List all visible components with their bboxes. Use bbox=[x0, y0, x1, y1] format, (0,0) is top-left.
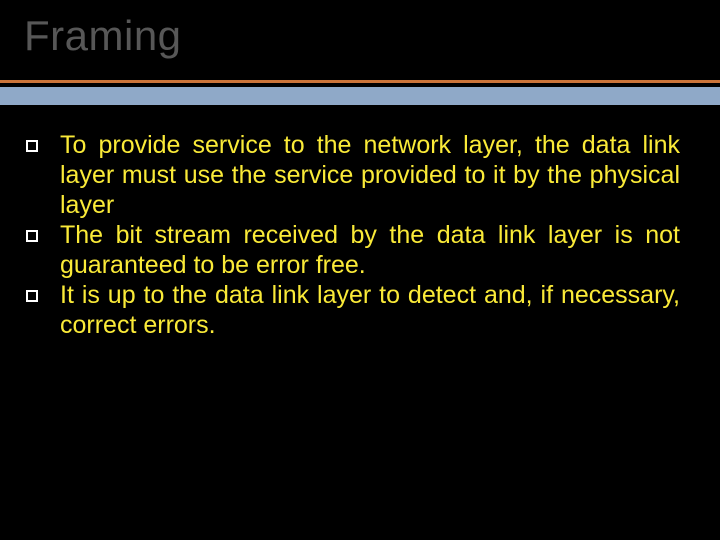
accent-line-thin bbox=[0, 80, 720, 83]
list-item: It is up to the data link layer to detec… bbox=[44, 280, 680, 340]
bullet-icon bbox=[26, 290, 38, 302]
bullet-text: To provide service to the network layer,… bbox=[60, 130, 680, 220]
page-title: Framing bbox=[24, 12, 182, 60]
bullet-text: It is up to the data link layer to detec… bbox=[60, 280, 680, 340]
title-underline bbox=[0, 80, 720, 105]
list-item: The bit stream received by the data link… bbox=[44, 220, 680, 280]
bullet-icon bbox=[26, 230, 38, 242]
list-item: To provide service to the network layer,… bbox=[44, 130, 680, 220]
accent-line-thick bbox=[0, 87, 720, 105]
slide: Framing To provide service to the networ… bbox=[0, 0, 720, 540]
content-area: To provide service to the network layer,… bbox=[44, 130, 680, 340]
bullet-icon bbox=[26, 140, 38, 152]
bullet-text: The bit stream received by the data link… bbox=[60, 220, 680, 280]
